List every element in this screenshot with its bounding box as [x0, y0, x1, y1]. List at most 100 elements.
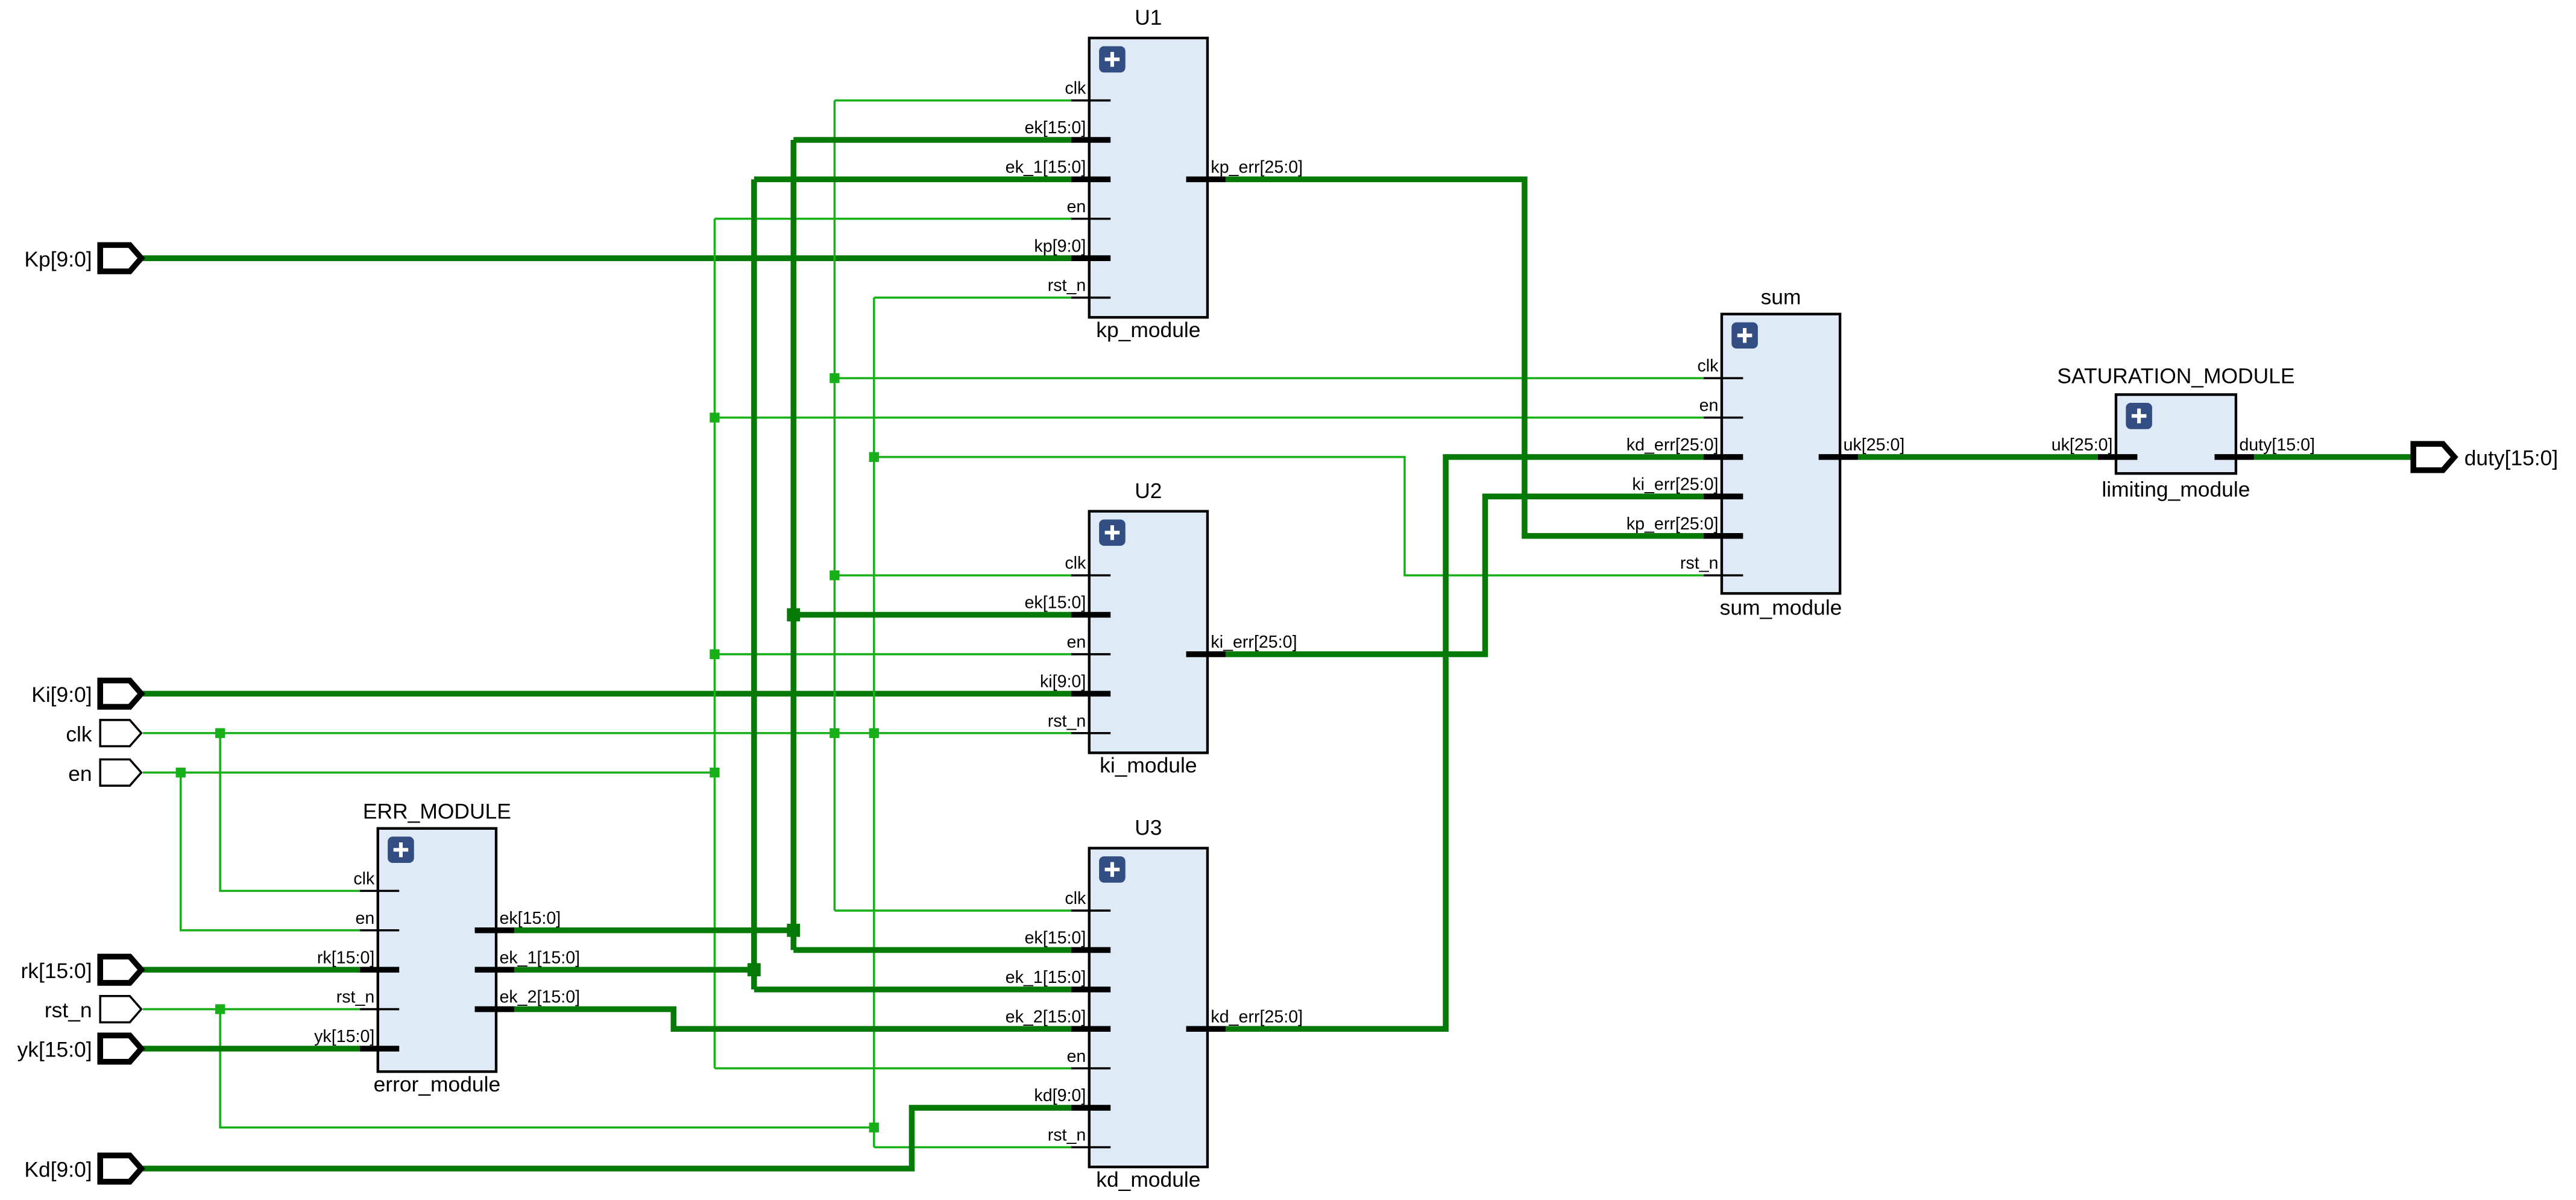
block-body[interactable] [1088, 847, 1209, 1169]
port-label: duty[15:0] [2464, 446, 2559, 470]
net-clk[interactable] [219, 733, 360, 892]
port-arrow-icon[interactable] [99, 758, 143, 787]
pin-label: ki[9:0] [1040, 672, 1086, 691]
net-junction [830, 570, 840, 581]
port-arrow-icon[interactable] [97, 1152, 145, 1185]
block-u3[interactable]: U3 kd_module clk ek[15:0] ek_1[15:0] ek_2[15:… [1006, 816, 1303, 1192]
net-junction [869, 728, 879, 738]
block-body[interactable] [1720, 312, 1842, 595]
pin-label: ek_2[15:0] [499, 988, 580, 1007]
instance-name: SATURATION_MODULE [2057, 364, 2294, 388]
pin-label: kd[9:0] [1034, 1086, 1086, 1105]
output-port[interactable]: duty[15:0] [2410, 441, 2559, 473]
module-name: ki_module [1100, 753, 1197, 777]
pin-label: ek_1[15:0] [499, 948, 580, 967]
pin-label: clk [1698, 356, 1719, 376]
input-port[interactable]: Kp[9:0] [24, 242, 145, 274]
input-port[interactable]: rk[15:0] [21, 953, 145, 986]
block-saturation_module[interactable]: SATURATION_MODULE limiting_module uk[25:0]… [2052, 364, 2315, 501]
module-name: kp_module [1096, 318, 1200, 342]
net-junction [830, 728, 840, 738]
pin-label: rst_n [1048, 1126, 1086, 1145]
input-port[interactable]: clk [66, 719, 143, 748]
expand-button[interactable] [1099, 519, 1126, 546]
pin-label: rk[15:0] [317, 948, 374, 967]
port-arrow-icon[interactable] [99, 719, 143, 748]
module-name: sum_module [1720, 596, 1842, 620]
pin-label: clk [1065, 554, 1086, 573]
net-kd-err[interactable] [1225, 454, 1704, 1032]
block-body[interactable] [1088, 510, 1209, 754]
instance-name: U1 [1135, 5, 1162, 30]
input-port[interactable]: en [68, 758, 143, 787]
net-junction [787, 923, 801, 937]
pin-label: ek[15:0] [1025, 593, 1086, 613]
pin-label: duty[15:0] [2239, 435, 2315, 455]
pin-label: kd_err[25:0] [1211, 1007, 1303, 1026]
input-port[interactable]: rst_n [45, 994, 143, 1024]
block-sum[interactable]: sum sum_module clk en kd_err[25:0] ki_err[25:… [1627, 285, 1905, 619]
port-label: clk [66, 722, 92, 746]
pin-label: kd_err[25:0] [1627, 435, 1719, 455]
net-junction [710, 767, 720, 778]
port-arrow-icon[interactable] [97, 677, 145, 710]
module-name: kd_module [1096, 1167, 1200, 1192]
blocks: U1kp_moduleclkek[15:0]ek_1[15:0]enkp[9:0… [314, 5, 2315, 1192]
pin-label: en [1066, 197, 1086, 216]
instance-name: U2 [1135, 479, 1162, 503]
expand-button[interactable] [1099, 856, 1126, 883]
expand-button[interactable] [1099, 46, 1126, 73]
port-label: yk[15:0] [17, 1038, 92, 1062]
pin-label: kp[9:0] [1034, 236, 1086, 256]
port-arrow-icon[interactable] [2410, 441, 2458, 473]
pin-label: clk [1065, 889, 1086, 908]
expand-button[interactable] [2126, 402, 2152, 429]
instance-name: U3 [1135, 816, 1162, 840]
pin-label: ek_2[15:0] [1006, 1007, 1086, 1026]
net-junction [787, 608, 801, 622]
pin-label: ki_err[25:0] [1632, 475, 1718, 494]
pin-label: rst_n [1680, 554, 1719, 573]
net-junction [215, 728, 225, 738]
port-arrow-icon[interactable] [97, 953, 145, 986]
net-en[interactable] [179, 772, 360, 932]
pin-label: en [1066, 633, 1086, 652]
port-arrow-icon[interactable] [97, 1032, 145, 1065]
expand-button[interactable] [388, 836, 414, 864]
port-label: rst_n [45, 998, 92, 1022]
port-label: rk[15:0] [21, 959, 92, 983]
block-body[interactable] [376, 827, 498, 1073]
pin-label: kp_err[25:0] [1627, 514, 1719, 534]
pin-label: uk[25:0] [2052, 435, 2113, 455]
port-label: Kd[9:0] [24, 1158, 92, 1182]
block-u1[interactable]: U1 kp_module clk ek[15:0] ek_1[15:0]en kp[9:0… [1006, 5, 1303, 342]
expand-button[interactable] [1731, 322, 1758, 349]
port-label: en [68, 762, 92, 786]
input-port[interactable]: Kd[9:0] [24, 1152, 145, 1185]
pin-label: en [1699, 396, 1719, 415]
net-junction [830, 373, 840, 384]
net-rst-n[interactable] [874, 456, 1704, 576]
pin-label: kp_err[25:0] [1211, 157, 1303, 177]
net-junction [869, 452, 879, 463]
pin-label: yk[15:0] [314, 1027, 374, 1046]
port-arrow-icon[interactable] [97, 242, 145, 274]
input-port[interactable]: yk[15:0] [17, 1032, 145, 1065]
net-junction [215, 1004, 225, 1014]
pin-label: ek_1[15:0] [1006, 157, 1086, 177]
net-junction [175, 767, 186, 778]
pin-label: clk [1065, 79, 1086, 98]
pin-label: rst_n [1048, 276, 1086, 295]
instance-name: ERR_MODULE [363, 799, 511, 823]
port-arrow-icon[interactable] [99, 994, 143, 1024]
port-label: Kp[9:0] [24, 247, 92, 271]
pin-label: ek[15:0] [1025, 118, 1086, 137]
module-name: limiting_module [2102, 477, 2250, 501]
input-port[interactable]: Ki[9:0] [31, 677, 145, 710]
pin-label: en [1066, 1047, 1086, 1066]
block-err_module[interactable]: ERR_MODULE error_module clk en rk[15:0] rst_n… [314, 799, 580, 1096]
net-ek-2[interactable] [514, 1006, 1071, 1032]
net-kd[interactable] [143, 1105, 1071, 1172]
pin-label: ek_1[15:0] [1006, 968, 1086, 987]
net-junction [869, 1122, 879, 1132]
